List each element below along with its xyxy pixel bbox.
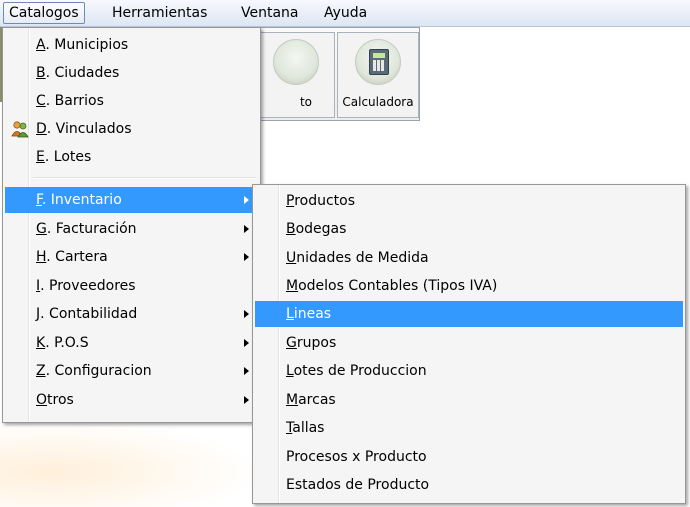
menu-item-facturacion[interactable]: G. Facturación [5, 216, 258, 242]
calculadora-label: Calculadora [342, 95, 414, 109]
menu-separator [33, 177, 256, 179]
menu-item-barrios[interactable]: C. Barrios [5, 88, 258, 114]
calculator-circle [355, 39, 401, 85]
menu-herramientas[interactable]: Herramientas [107, 3, 212, 23]
submenu-item-marcas[interactable]: Marcas [255, 387, 683, 413]
submenu-item-productos[interactable]: Productos [255, 188, 683, 214]
calculator-icon [369, 49, 389, 75]
menu-item-pos[interactable]: K. P.O.S [5, 330, 258, 356]
menu-item-lotes[interactable]: E. Lotes [5, 144, 258, 170]
submenu-arrow-icon [244, 196, 249, 204]
submenu-item-estados-producto[interactable]: Estados de Producto [255, 472, 683, 498]
submenu-arrow-icon [244, 367, 249, 375]
menu-ventana[interactable]: Ventana [236, 3, 304, 23]
menu-item-proveedores[interactable]: I. Proveedores [5, 273, 258, 299]
menu-item-inventario[interactable]: F. Inventario [5, 187, 258, 213]
submenu-arrow-icon [244, 339, 249, 347]
submenu-item-procesos-producto[interactable]: Procesos x Producto [255, 444, 683, 470]
menu-item-otros[interactable]: Otros [5, 387, 258, 413]
catalogos-menu: A. Municipios B. Ciudades C. Barrios D. … [2, 27, 261, 423]
partial-toolbar-label: to [299, 95, 312, 109]
background-watermark [0, 420, 260, 507]
menu-ayuda[interactable]: Ayuda [319, 3, 372, 23]
people-icon [11, 121, 29, 138]
menu-item-contabilidad[interactable]: J. Contabilidad [5, 301, 258, 327]
submenu-item-bodegas[interactable]: Bodegas [255, 216, 683, 242]
submenu-item-unidades-medida[interactable]: Unidades de Medida [255, 245, 683, 271]
submenu-arrow-icon [244, 253, 249, 261]
submenu-arrow-icon [244, 225, 249, 233]
submenu-arrow-icon [244, 396, 249, 404]
menu-catalogos[interactable]: Catalogos [3, 2, 85, 24]
menubar: Catalogos Herramientas Ventana Ayuda [0, 0, 690, 27]
menu-item-cartera[interactable]: H. Cartera [5, 244, 258, 270]
submenu-item-lineas[interactable]: Lineas [255, 301, 683, 327]
partial-toolbar-button[interactable]: to [255, 32, 335, 118]
calculadora-button[interactable]: Calculadora [337, 32, 419, 118]
menu-item-vinculados[interactable]: D. Vinculados [5, 116, 258, 142]
inventario-submenu: Productos Bodegas Unidades de Medida Mod… [252, 184, 686, 504]
menu-item-municipios[interactable]: A. Municipios [5, 32, 258, 58]
submenu-arrow-icon [244, 310, 249, 318]
toolbar-panel: to Calculadora [255, 27, 420, 121]
circle-button-icon [273, 39, 319, 85]
menu-item-configuracion[interactable]: Z. Configuracion [5, 358, 258, 384]
submenu-item-modelos-contables[interactable]: Modelos Contables (Tipos IVA) [255, 273, 683, 299]
submenu-item-tallas[interactable]: Tallas [255, 415, 683, 441]
submenu-item-grupos[interactable]: Grupos [255, 330, 683, 356]
submenu-item-lotes-produccion[interactable]: Lotes de Produccion [255, 358, 683, 384]
menu-item-ciudades[interactable]: B. Ciudades [5, 60, 258, 86]
